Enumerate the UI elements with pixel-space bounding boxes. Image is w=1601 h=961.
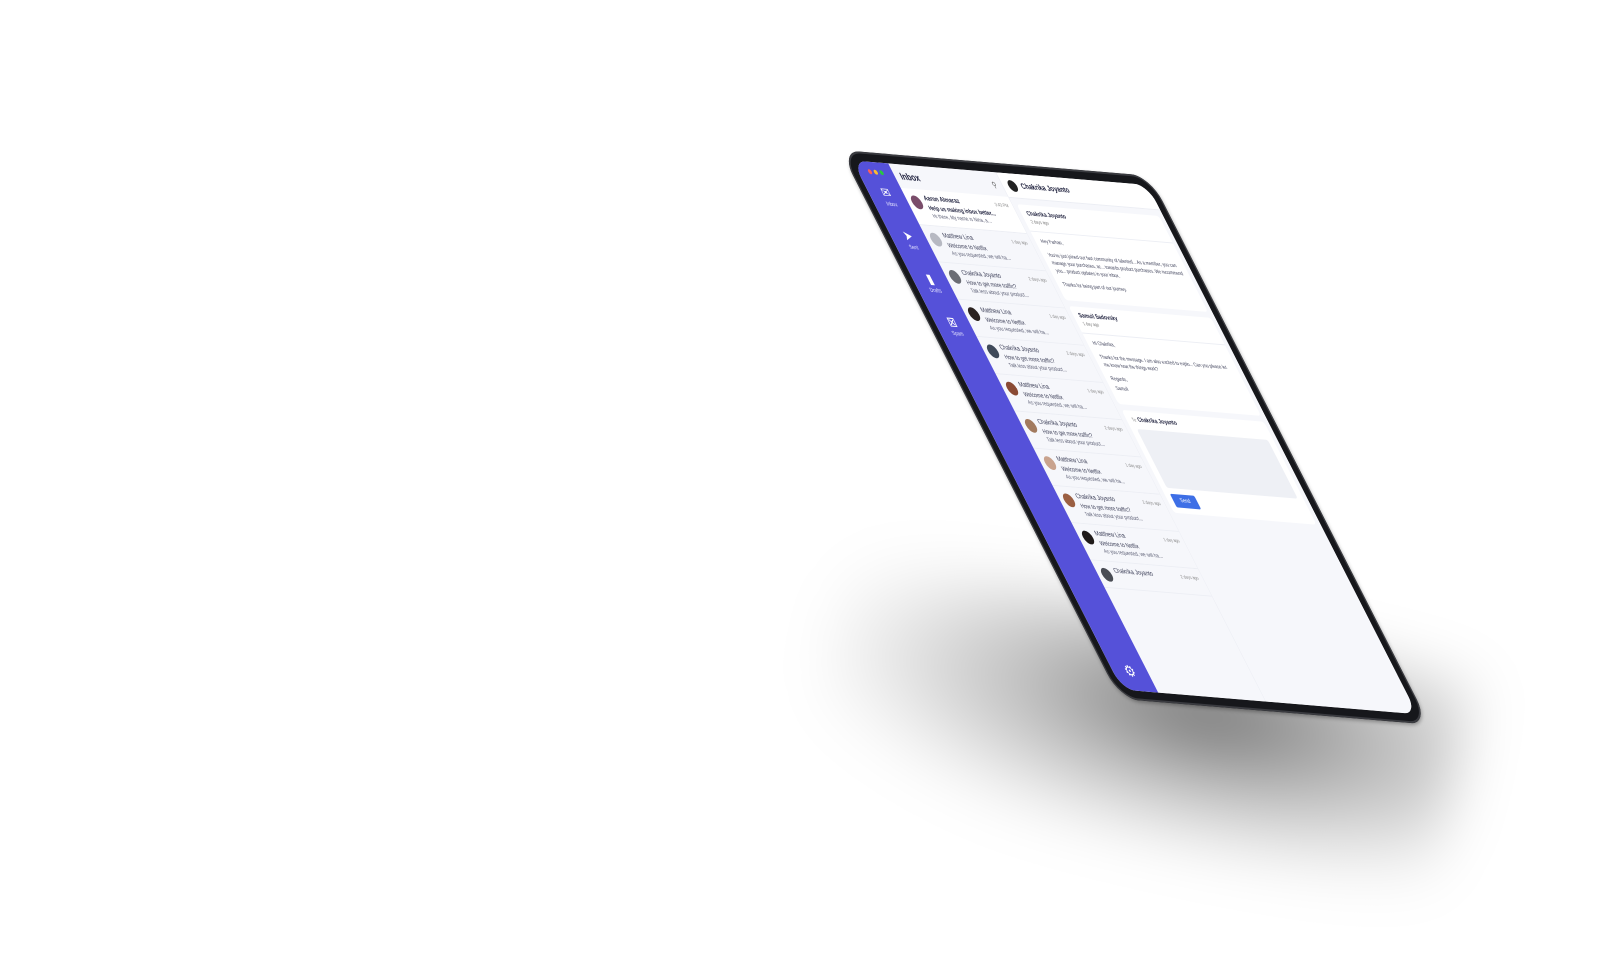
minimize-window-button[interactable]	[872, 169, 879, 175]
scene: ✉ Inbox ➤ Sent ▮ Drafts ⊠ Spam ⚙ Inbox ⚲…	[0, 0, 1601, 961]
app-screen: ✉ Inbox ➤ Sent ▮ Drafts ⊠ Spam ⚙ Inbox ⚲…	[852, 160, 1418, 715]
sidebar-item-inbox[interactable]: ✉ Inbox	[876, 184, 899, 208]
sidebar-item-label: Inbox	[885, 201, 899, 209]
mail-sender: Chakrika Joyanto	[1036, 418, 1079, 429]
mail-time: 2 days ago	[1141, 499, 1163, 508]
mail-sender: Matthew Lina	[979, 307, 1013, 317]
mail-time: 2 days ago	[1179, 574, 1201, 582]
mail-time: 1 day ago	[1086, 388, 1106, 396]
sidebar-item-label: Sent	[908, 244, 921, 252]
conversation-title: Chakrika Joyanto	[1018, 181, 1072, 195]
device-wrap: ✉ Inbox ➤ Sent ▮ Drafts ⊠ Spam ⚙ Inbox ⚲…	[840, 150, 1430, 730]
mail-time: 3:43 PM	[993, 202, 1011, 210]
sidebar-item-spam[interactable]: ⊠ Spam	[942, 313, 965, 337]
mail-time: 1 day ago	[1124, 462, 1144, 470]
paper-plane-icon: ➤	[899, 227, 916, 244]
mail-sender: Matthew Lina	[1093, 530, 1127, 540]
reply-to-name: Chakrika Joyanto	[1136, 416, 1179, 427]
send-button[interactable]: Send	[1169, 493, 1202, 510]
mail-sender: Matthew Lina	[1017, 381, 1051, 391]
mail-sender: Aaron Almaraz	[922, 195, 962, 206]
reply-textarea[interactable]	[1136, 429, 1298, 499]
mail-sender: Chakrika Joyanto	[960, 269, 1003, 280]
mail-time: 1 day ago	[1010, 239, 1030, 247]
search-icon[interactable]: ⚲	[990, 180, 999, 189]
maximize-window-button[interactable]	[878, 170, 885, 176]
sidebar-item-label: Spam	[951, 330, 966, 338]
sidebar-item-label: Drafts	[928, 287, 944, 295]
window-controls	[866, 169, 885, 176]
mail-time: 1 day ago	[1048, 313, 1068, 321]
mail-sender: Chakrika Joyanto	[998, 344, 1041, 355]
mail-sender: Matthew Lina	[1055, 456, 1089, 466]
page-title: Inbox	[897, 171, 923, 185]
bookmark-icon: ▮	[922, 270, 937, 287]
mail-time: 2 days ago	[1103, 425, 1125, 433]
mail-time: 1 day ago	[1162, 537, 1182, 545]
mail-time: 2 days ago	[1027, 276, 1049, 284]
spam-icon: ⊠	[943, 313, 960, 330]
mail-time: 2 days ago	[1065, 350, 1087, 359]
tablet-device: ✉ Inbox ➤ Sent ▮ Drafts ⊠ Spam ⚙ Inbox ⚲…	[840, 150, 1430, 725]
mail-sender: Chakrika Joyanto	[1112, 567, 1155, 578]
sidebar-item-drafts[interactable]: ▮ Drafts	[920, 270, 944, 294]
envelope-icon: ✉	[877, 184, 894, 201]
sidebar-item-sent[interactable]: ➤ Sent	[899, 227, 920, 251]
mail-sender: Matthew Lina	[941, 232, 975, 242]
close-window-button[interactable]	[866, 169, 873, 175]
mail-sender: Chakrika Joyanto	[1074, 493, 1117, 504]
